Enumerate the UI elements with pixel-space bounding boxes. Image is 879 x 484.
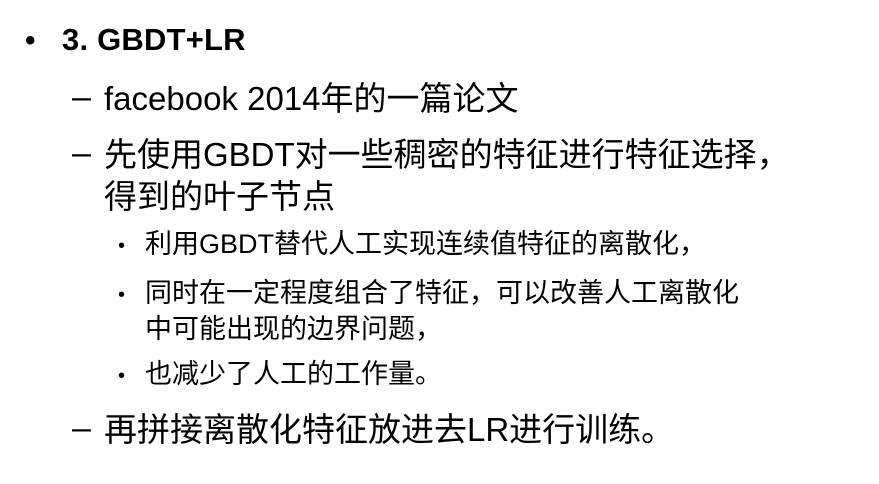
item-3-dash: – — [72, 409, 91, 447]
slide: • 3. GBDT+LR – facebook 2014年的一篇论文 – 先使用… — [0, 0, 879, 484]
heading-bullet: • — [25, 24, 36, 57]
subitem-2-line-2: 中可能出现的边界问题， — [145, 314, 442, 344]
item-3-line-1: 再拼接离散化特征放进去LR进行训练。 — [104, 411, 675, 448]
heading-title: 3. GBDT+LR — [62, 22, 246, 57]
item-2-line-2: 得到的叶子节点 — [104, 178, 335, 215]
subitem-2-line-1: 同时在一定程度组合了特征，可以改善人工离散化 — [145, 278, 739, 308]
item-1-line-1: facebook 2014年的一篇论文 — [104, 80, 519, 117]
subitem-1-bullet: • — [118, 235, 126, 257]
subitem-3-line-1: 也减少了人工的工作量。 — [145, 359, 442, 389]
item-1-dash: – — [72, 78, 91, 116]
subitem-1-line-1: 利用GBDT替代人工实现连续值特征的离散化， — [145, 229, 707, 259]
subitem-2-bullet: • — [118, 284, 126, 306]
item-2-line-1: 先使用GBDT对一些稠密的特征进行特征选择， — [104, 136, 790, 173]
subitem-3-bullet: • — [118, 365, 126, 387]
item-2-dash: – — [72, 134, 91, 172]
